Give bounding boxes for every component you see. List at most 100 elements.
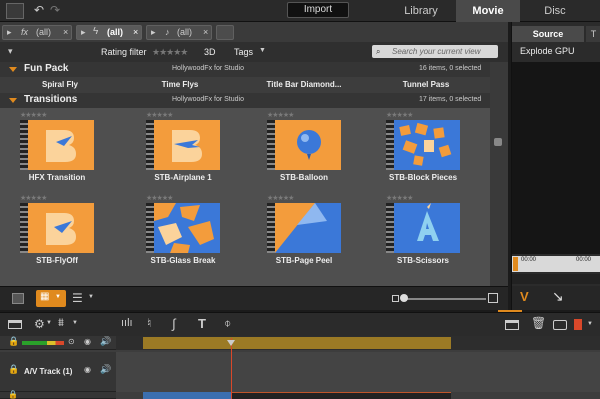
expand-icon[interactable]: ⊙ bbox=[68, 337, 75, 346]
three-d-filter[interactable]: 3D bbox=[204, 47, 216, 57]
audio-filter-tab[interactable]: ▸ ♪ (all) × bbox=[146, 25, 212, 40]
fx-filter-tab[interactable]: ▸ fx (all) × bbox=[2, 25, 72, 40]
metronome-icon[interactable]: ♮ bbox=[147, 316, 151, 330]
video-clip[interactable] bbox=[231, 392, 451, 399]
tag-filter-icon[interactable]: ▾ bbox=[8, 46, 13, 57]
list-view-button[interactable]: ☰ ▼ bbox=[68, 290, 98, 307]
rotate-arrow-icon[interactable]: ↘ bbox=[552, 288, 564, 305]
import-button[interactable]: Import bbox=[287, 2, 349, 18]
tile-rating-stars[interactable]: ★★★★★ bbox=[386, 111, 413, 119]
chevron-down-icon[interactable]: ▼ bbox=[587, 321, 593, 327]
eye-icon[interactable]: ◉ bbox=[84, 337, 91, 346]
tile-rating-stars[interactable]: ★★★★★ bbox=[146, 111, 173, 119]
transition-tile[interactable]: ★★★★★ STB-FlyOff bbox=[20, 194, 110, 274]
close-icon[interactable]: × bbox=[133, 26, 138, 39]
storyboard-icon[interactable] bbox=[505, 320, 519, 330]
tile-rating-stars[interactable]: ★★★★★ bbox=[267, 111, 294, 119]
lock-icon[interactable]: 🔒 bbox=[8, 364, 19, 375]
group-header-fun-pack[interactable]: Fun Pack HollywoodFx for Studio 16 items… bbox=[0, 62, 490, 77]
tab-disc[interactable]: Disc bbox=[520, 0, 590, 22]
scrubber-bar bbox=[512, 274, 600, 284]
transition-tile[interactable]: ★★★★★ STB-Balloon bbox=[267, 111, 357, 191]
collapse-triangle-icon[interactable] bbox=[9, 67, 17, 72]
film-strip-icon bbox=[146, 203, 154, 253]
collapse-triangle-icon[interactable] bbox=[9, 98, 17, 103]
lock-icon[interactable]: 🔒 bbox=[8, 390, 18, 399]
tab-movie[interactable]: Movie bbox=[456, 0, 520, 22]
transition-tile[interactable]: ★★★★★ STB-Airplane 1 bbox=[146, 111, 236, 191]
av-track-header[interactable]: 🔒 A/V Track (1) ◉ 🔊 bbox=[0, 352, 116, 392]
title-icon[interactable]: T bbox=[198, 316, 206, 331]
tags-label[interactable]: Tags bbox=[234, 47, 253, 57]
marker-icon[interactable] bbox=[574, 319, 582, 330]
audio-levels-icon[interactable]: ıılı bbox=[121, 317, 133, 329]
video-clip[interactable] bbox=[143, 392, 231, 399]
preview-toggle-icon[interactable] bbox=[12, 293, 24, 304]
close-icon[interactable]: × bbox=[203, 26, 208, 39]
transition-tile[interactable]: ★★★★★ HFX Transition bbox=[20, 111, 110, 191]
group-count: 16 items, 0 selected bbox=[419, 65, 482, 72]
work-area-bar[interactable] bbox=[143, 337, 451, 349]
gear-icon[interactable]: ⚙ bbox=[34, 317, 45, 331]
search-input[interactable]: ⌕ Search your current view bbox=[372, 45, 498, 58]
tile-rating-stars[interactable]: ★★★★★ bbox=[386, 194, 413, 202]
transition-tile[interactable]: ★★★★★ STB-Page Peel bbox=[267, 194, 357, 274]
library-scrollbar[interactable] bbox=[490, 62, 508, 286]
tab-source[interactable]: Source bbox=[512, 26, 584, 42]
transition-tile[interactable]: ★★★★★ STB-Block Pieces bbox=[386, 111, 476, 191]
undo-icon[interactable]: ↶ bbox=[34, 3, 44, 17]
new-tab-button[interactable] bbox=[216, 25, 234, 40]
transition-thumbnail bbox=[146, 120, 220, 170]
transition-tile[interactable]: ★★★★★ STB-Scissors bbox=[386, 194, 476, 274]
tab-title[interactable]: T bbox=[586, 26, 600, 42]
speaker-icon[interactable]: 🔊 bbox=[100, 364, 111, 375]
tags-dropdown-icon[interactable]: ▼ bbox=[259, 47, 266, 54]
transition-tile[interactable]: ★★★★★ STB-Glass Break bbox=[146, 194, 236, 274]
av-track-lane[interactable] bbox=[116, 352, 600, 392]
fun-pack-items-row: Spiral Fly Time Flys Title Bar Diamond..… bbox=[0, 77, 490, 93]
tab-library[interactable]: Library bbox=[386, 0, 456, 22]
zoom-slider-thumb[interactable] bbox=[400, 294, 408, 302]
eye-icon[interactable]: ◉ bbox=[84, 365, 91, 374]
transition-thumbnail bbox=[20, 203, 94, 253]
trash-icon[interactable]: 🗑 bbox=[531, 316, 546, 330]
tile-rating-stars[interactable]: ★★★★★ bbox=[20, 111, 47, 119]
fun-pack-item[interactable]: Spiral Fly bbox=[20, 80, 100, 89]
grid-view-button[interactable]: ▦ ▼ bbox=[36, 290, 66, 307]
mark-in-icon[interactable]: V bbox=[520, 289, 529, 304]
lock-icon[interactable]: 🔒 bbox=[8, 336, 19, 347]
transitions-filter-tab[interactable]: ▸ ϟ (all) × bbox=[76, 25, 142, 40]
next-track-header[interactable]: 🔒 bbox=[0, 390, 116, 399]
zoom-slider-track[interactable] bbox=[402, 298, 486, 300]
film-strip-icon bbox=[386, 120, 394, 170]
chevron-down-icon[interactable]: ▼ bbox=[46, 320, 52, 326]
tile-rating-stars[interactable]: ★★★★★ bbox=[146, 194, 173, 202]
block-pieces-image bbox=[394, 120, 460, 170]
tile-rating-stars[interactable]: ★★★★★ bbox=[20, 194, 47, 202]
fun-pack-item[interactable]: Tunnel Pass bbox=[386, 80, 466, 89]
zoom-max-icon[interactable] bbox=[488, 293, 498, 303]
scroll-thumb[interactable] bbox=[494, 138, 502, 146]
chevron-down-icon[interactable]: ▼ bbox=[72, 320, 78, 326]
group-name: Transitions bbox=[24, 94, 78, 105]
transition-thumbnail bbox=[267, 203, 341, 253]
microphone-icon[interactable]: ⌽ bbox=[224, 316, 231, 331]
tile-rating-stars[interactable]: ★★★★★ bbox=[267, 194, 294, 202]
track-list-icon[interactable] bbox=[8, 320, 22, 329]
playhead-handle[interactable] bbox=[227, 340, 235, 346]
lightning-icon: ϟ bbox=[93, 26, 99, 37]
rating-filter-stars[interactable]: ★★★★★ bbox=[152, 47, 188, 58]
edit-mode-icon[interactable]: ⩩ bbox=[58, 317, 64, 330]
fun-pack-item[interactable]: Title Bar Diamond... bbox=[256, 80, 352, 89]
speaker-icon[interactable]: 🔊 bbox=[100, 336, 111, 347]
scorefitter-icon[interactable]: ∫ bbox=[172, 316, 176, 331]
timeline-playhead[interactable] bbox=[231, 338, 232, 399]
playhead-marker[interactable] bbox=[513, 257, 518, 271]
redo-icon[interactable]: ↷ bbox=[50, 3, 60, 17]
close-icon[interactable]: × bbox=[63, 26, 68, 39]
scissors-image bbox=[394, 203, 460, 253]
fun-pack-item[interactable]: Time Flys bbox=[140, 80, 220, 89]
zoom-min-icon[interactable] bbox=[392, 295, 399, 302]
group-header-transitions[interactable]: Transitions HollywoodFx for Studio 17 it… bbox=[0, 93, 490, 108]
camera-icon[interactable] bbox=[553, 320, 567, 330]
